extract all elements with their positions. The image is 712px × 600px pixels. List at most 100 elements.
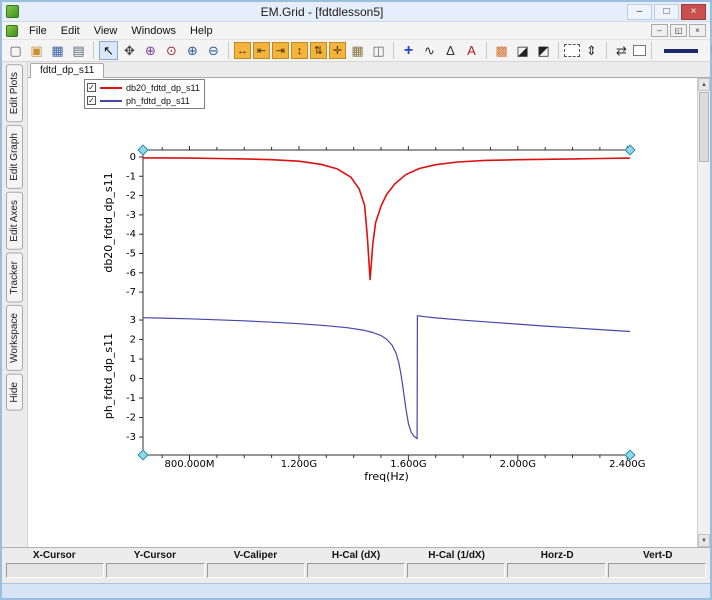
side-tab-edit-graph[interactable]: Edit Graph xyxy=(6,125,23,190)
maximize-button[interactable]: □ xyxy=(654,3,679,20)
readout-cell xyxy=(106,563,205,578)
readout-header-x-cursor: X-Cursor xyxy=(32,550,76,561)
x-tick-label: 2.400G xyxy=(609,459,645,470)
readout-header-h-cal-1-dx-: H-Cal (1/dX) xyxy=(428,550,485,561)
toolbar-separator xyxy=(606,42,607,59)
x-tick-label: 1.200G xyxy=(281,459,317,470)
image-color-icon[interactable]: ▩ xyxy=(492,41,511,60)
save-icon[interactable]: ▦ xyxy=(48,41,67,60)
zoom-out-x-icon[interactable]: ⇥ xyxy=(272,42,289,59)
legend-label: ph_fdtd_dp_s11 xyxy=(126,95,190,106)
legend-checkbox[interactable]: ✓ xyxy=(87,83,96,92)
toolbar-separator xyxy=(486,42,487,59)
document-tab-row: fdtd_dp_s11 xyxy=(28,62,710,78)
full-scale-y-icon[interactable]: ↕ xyxy=(291,42,308,59)
line-style-preview-icon xyxy=(664,48,698,53)
menubar: File Edit View Windows Help – ◱ × xyxy=(2,22,710,40)
close-button[interactable]: × xyxy=(681,3,706,20)
selection-handle[interactable] xyxy=(137,449,149,461)
zoom-in-x-icon[interactable]: ⇤ xyxy=(253,42,270,59)
legend: ✓ db20_fdtd_dp_s11 ✓ ph_fdtd_dp_s11 xyxy=(84,79,205,109)
scrollbar-thumb[interactable] xyxy=(699,92,709,162)
menu-help[interactable]: Help xyxy=(183,24,220,38)
image-dark-icon[interactable]: ◪ xyxy=(513,41,532,60)
readout-header-horz-d: Horz-D xyxy=(540,550,574,561)
child-restore-button[interactable]: ◱ xyxy=(670,24,687,37)
print-icon[interactable]: ▤ xyxy=(69,41,88,60)
zoom-in-icon[interactable]: ⊕ xyxy=(183,41,202,60)
zoom-window-icon[interactable]: ⊕ xyxy=(141,41,160,60)
y-tick-label: 0 xyxy=(130,374,136,385)
layout-group: Layout ▾ xyxy=(664,44,712,58)
y-tick-label: -4 xyxy=(126,229,136,240)
curve-marker-icon[interactable]: ∿ xyxy=(420,41,439,60)
new-file-icon[interactable]: ▢ xyxy=(6,41,25,60)
statusbar xyxy=(2,583,710,598)
menu-view[interactable]: View xyxy=(87,24,125,38)
window-body: Edit Plots Edit Graph Edit Axes Tracker Work… xyxy=(2,62,710,547)
readout-header-h-cal-dx-: H-Cal (dX) xyxy=(331,550,381,561)
delta-marker-icon[interactable]: Δ xyxy=(441,41,460,60)
selection-handle[interactable] xyxy=(137,144,149,156)
readout-cell xyxy=(407,563,506,578)
grid-window-icon[interactable]: ▦ xyxy=(348,41,367,60)
readout-cell xyxy=(507,563,606,578)
x-tick-label: 1.600G xyxy=(390,459,426,470)
scrollbar-track[interactable] xyxy=(698,163,710,534)
text-marker-icon[interactable]: A xyxy=(462,41,481,60)
side-tab-edit-axes[interactable]: Edit Axes xyxy=(6,192,23,250)
scroll-down-icon[interactable]: ▼ xyxy=(698,534,710,547)
y-tick-label: -2 xyxy=(126,413,136,424)
series-db20_fdtd_dp_s11[interactable] xyxy=(143,157,631,281)
x-axis-label: freq(Hz) xyxy=(364,470,409,483)
y-tick-label: 3 xyxy=(130,315,136,326)
zoom-y-icon[interactable]: ⇅ xyxy=(310,42,327,59)
menu-windows[interactable]: Windows xyxy=(124,24,183,38)
document-tab[interactable]: fdtd_dp_s11 xyxy=(30,63,105,78)
titlebar: EM.Grid - [fdtdlesson5] – □ × xyxy=(2,2,710,22)
side-tab-hide[interactable]: Hide xyxy=(6,374,23,411)
full-scale-x-icon[interactable]: ↔ xyxy=(234,42,251,59)
option-box-icon[interactable] xyxy=(633,45,646,56)
legend-item[interactable]: ✓ db20_fdtd_dp_s11 xyxy=(87,81,200,94)
image-mask-icon[interactable]: ◩ xyxy=(534,41,553,60)
y-tick-label: -7 xyxy=(126,287,136,298)
scroll-up-icon[interactable]: ▲ xyxy=(698,78,710,91)
x-tick-label: 2.000G xyxy=(500,459,536,470)
selection-handle[interactable] xyxy=(624,144,636,156)
menu-edit[interactable]: Edit xyxy=(54,24,87,38)
layout-dropdown[interactable]: Layout ▾ xyxy=(705,44,712,58)
readout-headers: X-Cursor Y-Cursor V-Caliper H-Cal (dX) H-Cal… xyxy=(4,549,708,563)
plot-canvas[interactable]: 800.000M 1.200G 1.600G 2.000G 2.400G freq(Hz)… xyxy=(28,78,710,547)
y-tick-label: -1 xyxy=(126,171,136,182)
y-axis-title: ph_fdtd_dp_s11 xyxy=(102,333,115,419)
cursor-readout-panel: X-Cursor Y-Cursor V-Caliper H-Cal (dX) H-Cal… xyxy=(2,547,710,583)
fit-width-icon[interactable]: ⇄ xyxy=(612,41,631,60)
zoom-out-icon[interactable]: ⊖ xyxy=(204,41,223,60)
select-arrow-icon[interactable]: ↖ xyxy=(99,41,118,60)
vertical-scrollbar[interactable]: ▲ ▼ xyxy=(697,78,710,547)
child-close-button[interactable]: × xyxy=(689,24,706,37)
legend-checkbox[interactable]: ✓ xyxy=(87,96,96,105)
open-folder-icon[interactable]: ▣ xyxy=(27,41,46,60)
readout-header-y-cursor: Y-Cursor xyxy=(133,550,176,561)
readout-header-vert-d: Vert-D xyxy=(643,550,673,561)
legend-item[interactable]: ✓ ph_fdtd_dp_s11 xyxy=(87,94,200,107)
side-tab-workspace[interactable]: Workspace xyxy=(6,305,23,372)
child-minimize-button[interactable]: – xyxy=(651,24,668,37)
series-ph_fdtd_dp_s11[interactable] xyxy=(142,315,631,440)
menu-file[interactable]: File xyxy=(22,24,54,38)
axes-grid-icon[interactable]: ◫ xyxy=(369,41,388,60)
pan-hand-icon[interactable]: ✥ xyxy=(120,41,139,60)
add-marker-icon[interactable]: + xyxy=(399,41,418,60)
zoom-data-icon[interactable]: ⊙ xyxy=(162,41,181,60)
select-region-icon[interactable] xyxy=(564,44,580,57)
minimize-button[interactable]: – xyxy=(627,3,652,20)
x-tick-label: 800.000M xyxy=(165,459,215,470)
side-tab-edit-plots[interactable]: Edit Plots xyxy=(6,64,23,123)
document-icon[interactable] xyxy=(6,24,18,37)
fit-vertical-icon[interactable]: ⇕ xyxy=(582,41,601,60)
readout-cell xyxy=(6,563,105,578)
side-tab-tracker[interactable]: Tracker xyxy=(6,252,23,303)
autoscale-icon[interactable]: ✛ xyxy=(329,42,346,59)
